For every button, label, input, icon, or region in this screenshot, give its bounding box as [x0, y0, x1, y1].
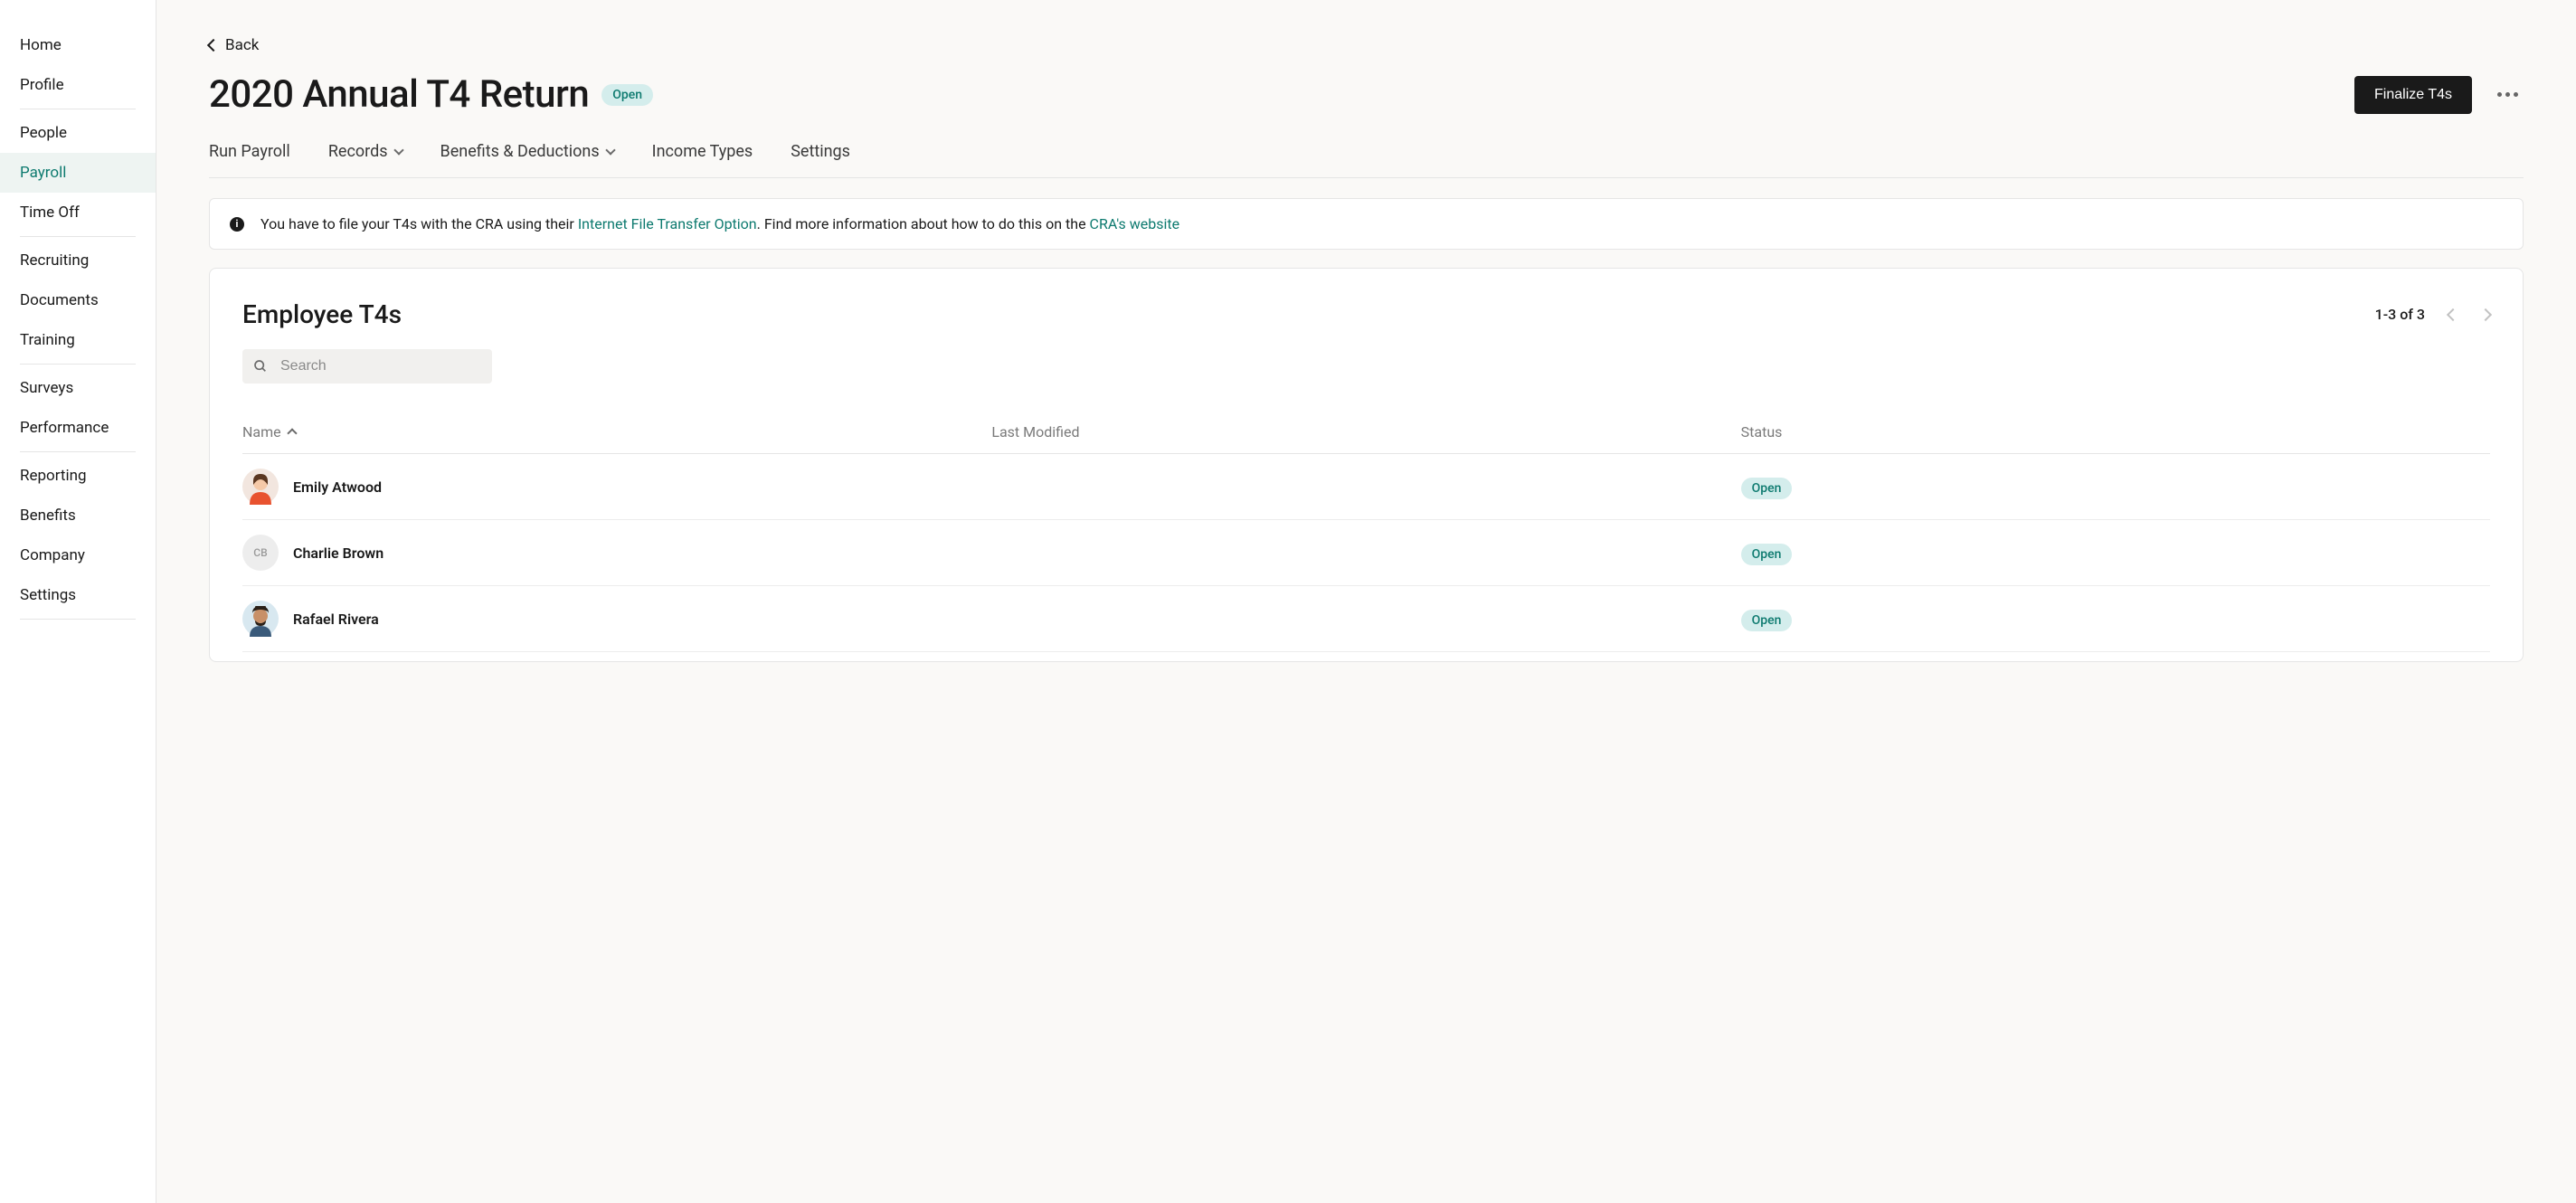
- avatar: CB: [242, 535, 279, 571]
- employee-name: Charlie Brown: [293, 545, 384, 562]
- avatar: [242, 601, 279, 637]
- sidebar-item-company[interactable]: Company: [0, 535, 156, 575]
- column-header-name[interactable]: Name: [242, 423, 991, 440]
- tab-income-types[interactable]: Income Types: [652, 142, 753, 161]
- employee-name: Emily Atwood: [293, 478, 382, 496]
- chevron-down-icon: [605, 145, 615, 155]
- dot-icon: [2514, 92, 2518, 97]
- dot-icon: [2505, 92, 2510, 97]
- info-text-part: You have to file your T4s with the CRA u…: [260, 215, 578, 232]
- table-header: Name Last Modified Status: [242, 411, 2490, 454]
- sidebar-item-surveys[interactable]: Surveys: [0, 368, 156, 408]
- search-input[interactable]: [242, 349, 492, 384]
- sidebar-item-timeoff[interactable]: Time Off: [0, 193, 156, 232]
- column-header-last-modified[interactable]: Last Modified: [991, 423, 1740, 440]
- back-link[interactable]: Back: [209, 36, 259, 54]
- tab-benefits-deductions[interactable]: Benefits & Deductions: [440, 142, 614, 161]
- status-badge: Open: [1741, 478, 1793, 499]
- sidebar-divider: [20, 451, 136, 452]
- table-row[interactable]: Emily Atwood Open: [242, 454, 2490, 520]
- search-icon: [253, 359, 268, 374]
- tab-settings[interactable]: Settings: [791, 142, 850, 161]
- chevron-left-icon: [207, 39, 220, 52]
- more-menu-button[interactable]: [2492, 87, 2524, 102]
- employee-t4s-panel: Employee T4s 1-3 of 3 Name Last Modified…: [209, 268, 2524, 662]
- status-badge: Open: [601, 84, 653, 106]
- dot-icon: [2497, 92, 2502, 97]
- page-next-button[interactable]: [2479, 308, 2492, 320]
- info-link-ift[interactable]: Internet File Transfer Option: [578, 215, 757, 232]
- tab-run-payroll[interactable]: Run Payroll: [209, 142, 290, 161]
- name-cell: Rafael Rivera: [242, 601, 991, 637]
- status-cell: Open: [1741, 611, 2490, 628]
- sidebar-item-profile[interactable]: Profile: [0, 65, 156, 105]
- sidebar-item-training[interactable]: Training: [0, 320, 156, 360]
- finalize-button[interactable]: Finalize T4s: [2354, 76, 2472, 114]
- sidebar-item-documents[interactable]: Documents: [0, 280, 156, 320]
- tab-label: Records: [328, 142, 388, 161]
- avatar: [242, 469, 279, 505]
- info-link-cra[interactable]: CRA's website: [1090, 215, 1180, 232]
- back-label: Back: [225, 36, 259, 54]
- page-title: 2020 Annual T4 Return: [209, 72, 589, 117]
- title-actions: Finalize T4s: [2354, 76, 2524, 114]
- search-wrapper: [242, 349, 492, 384]
- sidebar-item-performance[interactable]: Performance: [0, 408, 156, 448]
- title-left: 2020 Annual T4 Return Open: [209, 72, 653, 117]
- sidebar-item-payroll[interactable]: Payroll: [0, 153, 156, 193]
- employee-name: Rafael Rivera: [293, 611, 379, 628]
- sidebar-item-benefits[interactable]: Benefits: [0, 496, 156, 535]
- sort-ascending-icon: [287, 428, 297, 438]
- status-badge: Open: [1741, 544, 1793, 565]
- table-row[interactable]: CB Charlie Brown Open: [242, 520, 2490, 586]
- sidebar-item-home[interactable]: Home: [0, 25, 156, 65]
- panel-header: Employee T4s 1-3 of 3: [242, 299, 2490, 329]
- tab-label: Income Types: [652, 142, 753, 161]
- status-cell: Open: [1741, 478, 2490, 496]
- info-text-part: . Find more information about how to do …: [757, 215, 1090, 232]
- tab-records[interactable]: Records: [328, 142, 402, 161]
- info-text: You have to file your T4s with the CRA u…: [260, 215, 1179, 232]
- sidebar-divider: [20, 364, 136, 365]
- status-cell: Open: [1741, 545, 2490, 562]
- sidebar-item-settings[interactable]: Settings: [0, 575, 156, 615]
- sidebar-item-recruiting[interactable]: Recruiting: [0, 241, 156, 280]
- table-row[interactable]: Rafael Rivera Open: [242, 586, 2490, 652]
- sidebar-item-people[interactable]: People: [0, 113, 156, 153]
- status-badge: Open: [1741, 610, 1793, 631]
- sidebar-item-reporting[interactable]: Reporting: [0, 456, 156, 496]
- column-header-status[interactable]: Status: [1741, 423, 2490, 440]
- info-banner: i You have to file your T4s with the CRA…: [209, 198, 2524, 250]
- chevron-down-icon: [393, 145, 403, 155]
- sidebar-divider: [20, 236, 136, 237]
- title-row: 2020 Annual T4 Return Open Finalize T4s: [209, 72, 2524, 117]
- pagination: 1-3 of 3: [2375, 306, 2490, 323]
- tab-label: Benefits & Deductions: [440, 142, 600, 161]
- panel-title: Employee T4s: [242, 299, 402, 329]
- name-cell: CB Charlie Brown: [242, 535, 991, 571]
- tab-label: Run Payroll: [209, 142, 290, 161]
- pagination-text: 1-3 of 3: [2375, 306, 2425, 323]
- tab-label: Settings: [791, 142, 850, 161]
- column-label: Name: [242, 423, 281, 440]
- sidebar: Home Profile People Payroll Time Off Rec…: [0, 0, 156, 1203]
- page-prev-button[interactable]: [2447, 308, 2459, 320]
- employee-table: Name Last Modified Status Emily Atwood O…: [242, 411, 2490, 652]
- name-cell: Emily Atwood: [242, 469, 991, 505]
- info-icon: i: [230, 217, 244, 232]
- main-content: Back 2020 Annual T4 Return Open Finalize…: [156, 0, 2576, 1203]
- tabs: Run Payroll Records Benefits & Deduction…: [209, 142, 2524, 178]
- sidebar-divider: [20, 619, 136, 620]
